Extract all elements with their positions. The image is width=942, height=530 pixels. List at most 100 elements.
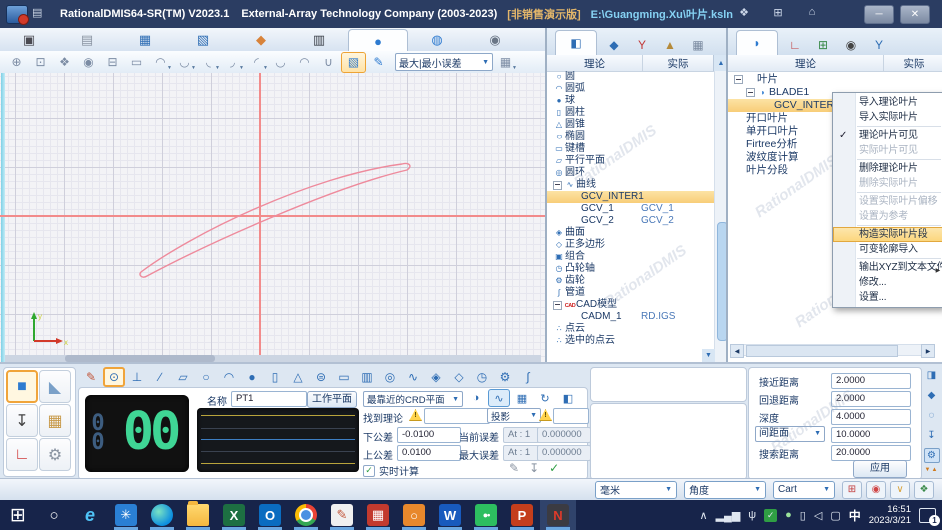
display-mode-button[interactable]: ⊟▼ <box>101 53 124 72</box>
tab-measure[interactable]: ● <box>348 29 408 52</box>
tree-row[interactable]: CAD模型 <box>547 299 715 311</box>
tree-row[interactable]: GCV_1 GCV_1 <box>547 203 715 215</box>
view-front-button[interactable]: ◡▼ <box>173 53 196 72</box>
context-menu-item[interactable]: 理论叶片可见 <box>833 128 942 143</box>
tab-printer[interactable]: ▥ <box>290 28 348 51</box>
expander-icon[interactable] <box>746 88 755 97</box>
minimize-button[interactable]: ─ <box>864 5 894 24</box>
fixture-button[interactable]: ◣ <box>39 370 71 403</box>
context-menu-item[interactable]: 设置为参考 <box>833 209 942 224</box>
graphics-canvas[interactable]: y x <box>0 73 545 362</box>
parallel-planes-button[interactable]: ▥ <box>356 367 378 387</box>
profile-flat-button[interactable]: ∪▼ <box>317 53 340 72</box>
context-menu-item[interactable]: 可变轮廓导入 <box>833 242 942 257</box>
param-label[interactable]: 搜索距离 <box>759 446 799 461</box>
tool-icon[interactable]: ◨ <box>924 368 940 383</box>
device-link-icon[interactable]: ❖ <box>734 6 754 21</box>
expander-icon[interactable] <box>553 301 562 310</box>
tree-row[interactable]: 圆环 <box>547 167 715 179</box>
projection-input[interactable] <box>553 408 589 424</box>
confirm-icon[interactable]: ✓ <box>549 461 559 475</box>
app-icon[interactable] <box>6 5 28 24</box>
profile-lower-button[interactable]: ◡▼ <box>269 53 292 72</box>
zoom-window-button[interactable]: ⊡▼ <box>29 53 52 72</box>
tree-row[interactable]: 平行平面 <box>547 155 715 167</box>
antivirus-icon[interactable]: ✓ <box>764 509 777 522</box>
context-menu-item[interactable]: 删除实际叶片 <box>833 176 942 191</box>
context-menu-item[interactable]: 设置... <box>833 290 942 305</box>
brush-button[interactable]: ✎▼ <box>367 53 390 72</box>
tree-row[interactable]: 圆柱 <box>547 107 715 119</box>
tree-row[interactable]: 叶片 <box>728 73 942 86</box>
coordinate-button[interactable]: ∟ <box>6 438 38 471</box>
param-input[interactable]: 20.0000 <box>831 445 911 461</box>
everything-icon[interactable]: ○ <box>396 500 432 530</box>
context-menu-item[interactable]: 导入实际叶片 <box>833 110 942 125</box>
ime-indicator[interactable]: 中 <box>849 507 861 524</box>
find-theory-input[interactable] <box>424 408 490 424</box>
probe-compensate-button[interactable]: ✎ <box>80 367 102 387</box>
tree-row[interactable]: 圆锥 <box>547 119 715 131</box>
cylinder-button[interactable]: ▯ <box>264 367 286 387</box>
context-menu-item[interactable]: 修改... <box>833 275 942 290</box>
units-select[interactable]: 毫米▼ <box>595 481 677 499</box>
strip-collapse-arrows[interactable]: ▼▲ <box>925 467 939 473</box>
tree-row[interactable]: 曲线 <box>547 179 715 191</box>
pipe-button[interactable]: ∫ <box>517 367 539 387</box>
report-grid-button[interactable]: ▦▼ <box>494 53 517 72</box>
tree-row[interactable]: 管道 <box>547 287 715 299</box>
cube-toggle[interactable]: ◧ <box>557 389 579 407</box>
scroll-right-button[interactable]: ▶ <box>921 344 935 358</box>
close-button[interactable]: ✕ <box>900 5 930 24</box>
tab-firtree[interactable]: ▲ <box>659 35 681 55</box>
edge-icon[interactable] <box>144 500 180 530</box>
shading-button[interactable]: ▧▼ <box>341 52 366 73</box>
tab-probe[interactable]: Y <box>631 35 653 55</box>
tab-camera[interactable]: ◉ <box>840 35 862 55</box>
param-label[interactable]: 接近距离 <box>759 374 799 389</box>
scroll-left-button[interactable]: ◀ <box>730 344 744 358</box>
display-icon[interactable]: ▢ <box>830 509 840 522</box>
tree-row[interactable]: 键槽 <box>547 143 715 155</box>
angle-select[interactable]: 角度▼ <box>684 481 766 499</box>
arc-button[interactable]: ◠ <box>218 367 240 387</box>
context-menu-item[interactable]: 构造实际叶片段 <box>833 227 942 242</box>
upper-tol-input[interactable]: 0.0100 <box>397 445 461 461</box>
tab-axes[interactable]: ∟ <box>784 35 806 55</box>
expander-icon[interactable] <box>553 181 562 190</box>
tree-row[interactable]: 曲面 <box>547 227 715 239</box>
tab-disc[interactable]: ◉ <box>466 28 524 51</box>
excel-icon[interactable]: X <box>216 500 252 530</box>
tab-palette[interactable]: ◆ <box>232 28 290 51</box>
scroll-track[interactable] <box>744 344 921 356</box>
probe-small-icon[interactable]: ↧ <box>529 461 539 475</box>
security-icon[interactable]: ▦ <box>360 500 396 530</box>
apply-button[interactable]: 应用 <box>853 460 907 478</box>
view-iso-button[interactable]: ◠▼ <box>149 53 172 72</box>
window-switch-icon[interactable]: ⊞ <box>768 6 788 21</box>
tree-row[interactable]: 点云 <box>547 323 715 335</box>
expander-icon[interactable] <box>734 75 743 84</box>
tree-row[interactable]: 齿轮 <box>547 275 715 287</box>
view-side-button[interactable]: ◟▼ <box>197 53 220 72</box>
table-toggle[interactable]: ▦ <box>511 389 533 407</box>
scatter-icon[interactable]: ❖ <box>914 481 934 499</box>
polygon-button[interactable]: ◇ <box>448 367 470 387</box>
angle-toggle[interactable]: ↻ <box>534 389 556 407</box>
name-input[interactable]: PT1 <box>231 391 307 407</box>
plane-button[interactable]: ▱ <box>172 367 194 387</box>
pan-button[interactable]: ❖▼ <box>53 53 76 72</box>
profile-upper-button[interactable]: ◠▼ <box>293 53 316 72</box>
edit-icon[interactable]: ✎ <box>509 461 519 475</box>
sunlogin-icon[interactable]: ✳ <box>108 500 144 530</box>
view-box-button[interactable]: ▭▼ <box>125 53 148 72</box>
probe-icon[interactable]: ↧ <box>924 428 940 443</box>
crate-button[interactable]: ▦ <box>39 404 71 437</box>
camshaft-button[interactable]: ◷ <box>471 367 493 387</box>
tab-mesh[interactable]: ▦ <box>687 35 709 55</box>
context-menu-item[interactable]: 删除理论叶片 <box>833 161 942 176</box>
fit-view-button[interactable]: ⊕▼ <box>5 53 28 72</box>
tree-row[interactable]: 选中的点云 <box>547 335 715 347</box>
grid-points-icon[interactable]: ⊞ <box>842 481 862 499</box>
explorer-icon[interactable] <box>180 500 216 530</box>
